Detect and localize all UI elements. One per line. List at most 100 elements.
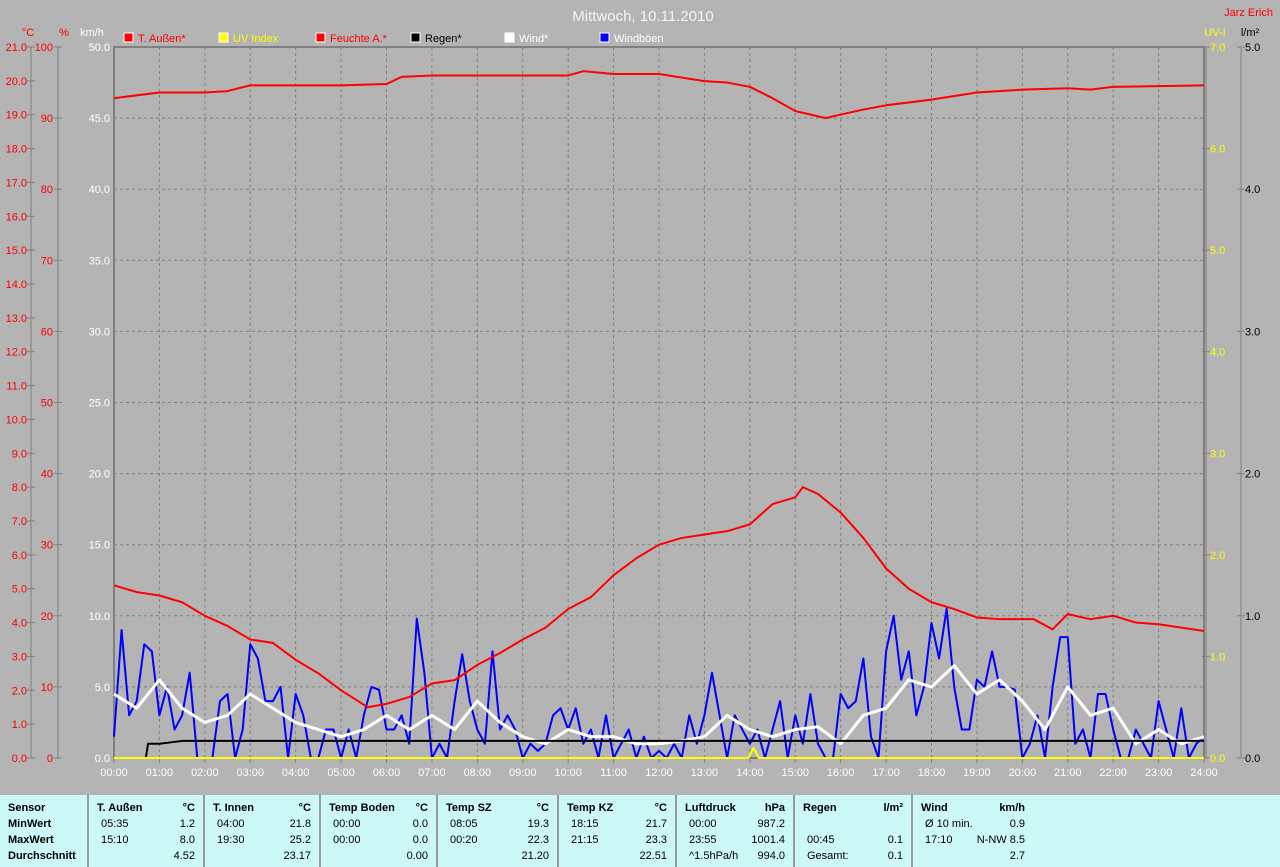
- legend-label: Regen*: [425, 33, 462, 45]
- stats-row: MaxWert: [0, 832, 87, 848]
- stats-row: 00:00 987.2: [677, 816, 793, 832]
- x-tick-label: 10:00: [554, 767, 582, 779]
- x-tick-label: 22:00: [1099, 767, 1127, 779]
- row-value: 0.1: [887, 834, 903, 846]
- x-tick-label: 07:00: [418, 767, 446, 779]
- stats-row: 17:10 N-NW 8.5: [913, 832, 1033, 848]
- axis-tick-label-wind: 5.0: [95, 682, 110, 694]
- axis-tick-label-humidity: 90: [41, 113, 53, 125]
- axis-tick-label-uv: 7.0: [1210, 42, 1225, 54]
- stats-row: ^1.5hPa/h 994.0: [677, 848, 793, 864]
- x-tick-label: 17:00: [872, 767, 900, 779]
- axis-unit-humidity: %: [59, 27, 69, 39]
- stats-column: Temp SZ °C 08:05 19.3 00:20 22.3 21.20: [438, 795, 559, 867]
- grid: [114, 47, 1204, 758]
- axis-tick-label-wind: 15.0: [89, 540, 110, 552]
- row-value: 1001.4: [751, 834, 785, 846]
- axis-tick-label-temp: 3.0: [12, 651, 27, 663]
- axis-tick-label-humidity: 50: [41, 398, 53, 410]
- column-title: Luftdruck: [685, 802, 736, 814]
- stats-row: 21:15 23.3: [559, 832, 675, 848]
- stats-row: 23.17: [205, 848, 319, 864]
- stats-column: T. Innen °C 04:00 21.8 19:30 25.2 23.17: [205, 795, 321, 867]
- x-tick-label: 24:00: [1190, 767, 1218, 779]
- column-title: Temp SZ: [446, 802, 492, 814]
- x-tick-label: 06:00: [373, 767, 401, 779]
- legend-label: Windböen: [614, 33, 664, 45]
- axis-tick-label-temp: 17.0: [6, 177, 27, 189]
- axis-tick-label-temp: 18.0: [6, 144, 27, 156]
- column-title: Temp KZ: [567, 802, 614, 814]
- axis-tick-label-uv: 5.0: [1210, 245, 1225, 257]
- legend-swatch: [315, 32, 326, 43]
- axis-tick-label-humidity: 40: [41, 469, 53, 481]
- column-title: T. Außen: [97, 802, 143, 814]
- legend-swatch: [504, 32, 515, 43]
- row-value: 23.17: [283, 850, 311, 862]
- stats-row: 15:10 8.0: [89, 832, 203, 848]
- column-title: Regen: [803, 802, 837, 814]
- row-value: 1.2: [179, 818, 195, 830]
- x-tick-label: 20:00: [1009, 767, 1037, 779]
- x-tick-label: 12:00: [645, 767, 673, 779]
- row-label: 19:30: [217, 834, 245, 846]
- column-unit: °C: [536, 802, 549, 814]
- axis-tick-label-wind: 0.0: [95, 753, 110, 765]
- axis-tick-label-uv: 4.0: [1210, 347, 1225, 359]
- axis-tick-label-temp: 4.0: [12, 618, 27, 630]
- x-tick-label: 15:00: [781, 767, 809, 779]
- axis-tick-label-rain: 3.0: [1245, 326, 1260, 338]
- axis-tick-label-temp: 10.0: [6, 414, 27, 426]
- row-label: 17:10: [925, 834, 953, 846]
- axis-tick-label-wind: 40.0: [89, 184, 110, 196]
- axis-tick-label-temp: 9.0: [12, 448, 27, 460]
- column-title: T. Innen: [213, 802, 254, 814]
- axis-tick-label-wind: 10.0: [89, 611, 110, 623]
- axis-tick-label-uv: 3.0: [1210, 448, 1225, 460]
- legend-swatch: [123, 32, 134, 43]
- x-tick-label: 16:00: [827, 767, 855, 779]
- axis-tick-label-temp: 20.0: [6, 76, 27, 88]
- row-value: 0.0: [412, 834, 428, 846]
- row-value: 22.3: [527, 834, 549, 846]
- axis-tick-label-rain: 2.0: [1245, 469, 1260, 481]
- axis-tick-label-temp: 13.0: [6, 313, 27, 325]
- axis-tick-label-uv: 0.0: [1210, 753, 1225, 765]
- weather-chart: Mittwoch, 10.11.2010 Jarz Erich T. Außen…: [6, 7, 1273, 779]
- x-tick-label: 08:00: [464, 767, 492, 779]
- column-unit: °C: [182, 802, 195, 814]
- row-label: 04:00: [217, 818, 245, 830]
- axis-tick-label-temp: 0.0: [12, 753, 27, 765]
- legend-swatch: [599, 32, 610, 43]
- axis-unit-uv: UV-I: [1204, 27, 1225, 39]
- row-label: Ø 10 min.: [925, 818, 973, 830]
- column-title: Sensor: [8, 802, 46, 814]
- row-label: Durchschnitt: [8, 850, 76, 862]
- row-value: N-NW 8.5: [976, 834, 1025, 846]
- chart-title: Mittwoch, 10.11.2010: [572, 8, 713, 25]
- x-tick-label: 19:00: [963, 767, 991, 779]
- x-tick-label: 23:00: [1145, 767, 1173, 779]
- axis-tick-label-humidity: 30: [41, 540, 53, 552]
- stats-row: 18:15 21.7: [559, 816, 675, 832]
- column-title: Temp Boden: [329, 802, 395, 814]
- legend-label: Wind*: [519, 33, 549, 45]
- row-value: 21.20: [521, 850, 549, 862]
- stats-row: 05:35 1.2: [89, 816, 203, 832]
- row-label: 15:10: [101, 834, 129, 846]
- stats-column: Luftdruck hPa 00:00 987.2 23:55 1001.4 ^1.5hPa…: [677, 795, 795, 867]
- x-tick-label: 18:00: [918, 767, 946, 779]
- row-value: 23.3: [645, 834, 667, 846]
- axis-unit-temp: °C: [22, 27, 34, 39]
- row-label: MaxWert: [8, 834, 54, 846]
- stats-row: Gesamt: 0.1: [795, 848, 911, 864]
- x-tick-label: 14:00: [736, 767, 764, 779]
- axis-unit-rain: l/m²: [1241, 27, 1260, 39]
- row-value: 0.00: [406, 850, 428, 862]
- row-value: 25.2: [289, 834, 311, 846]
- axis-tick-label-humidity: 70: [41, 255, 53, 267]
- row-value: 21.8: [289, 818, 311, 830]
- axis-tick-label-temp: 2.0: [12, 685, 27, 697]
- series-line-temp: [113, 486, 1205, 709]
- axis-tick-label-temp: 14.0: [6, 279, 27, 291]
